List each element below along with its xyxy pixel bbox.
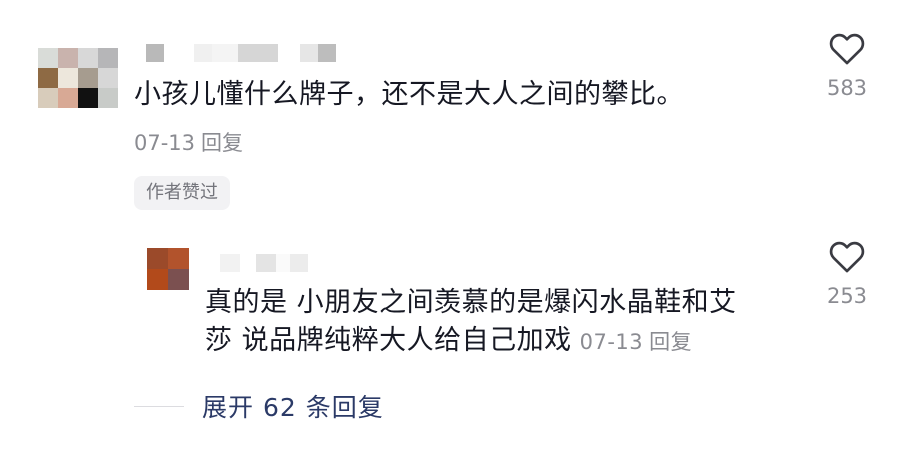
reply-text: 真的是 小朋友之间羡慕的是爆闪水晶鞋和艾 莎 说品牌纯粹大人给自己加戏 07-13… (205, 284, 785, 361)
author-liked-badge: 作者赞过 (134, 176, 230, 210)
comment-text: 小孩儿懂什么牌子，还不是大人之间的攀比。 (134, 79, 684, 110)
heart-outline-icon[interactable] (828, 30, 866, 66)
comment-date: 07-13 (134, 131, 196, 155)
reply-text-line-2-row: 莎 说品牌纯粹大人给自己加戏 07-13 回复 (205, 322, 785, 361)
avatar-pixel (38, 88, 58, 108)
avatar-pixel (98, 68, 118, 88)
reply-avatar[interactable] (147, 248, 189, 290)
reply-username[interactable] (220, 254, 308, 272)
comment-reply-button[interactable]: 回复 (201, 131, 243, 155)
reply-like-count: 253 (826, 284, 868, 308)
reply-reply-button[interactable]: 回复 (649, 330, 692, 354)
avatar-pixel (58, 48, 78, 68)
avatar-pixel (38, 48, 58, 68)
avatar-pixel (78, 48, 98, 68)
avatar-pixel (58, 88, 78, 108)
heart-outline-icon[interactable] (828, 238, 866, 274)
reply-like[interactable]: 253 (810, 238, 884, 308)
avatar-pixel (78, 68, 98, 88)
avatar-pixel (168, 248, 189, 269)
avatar-pixel (168, 269, 189, 290)
avatar-pixel (98, 48, 118, 68)
divider-line (134, 405, 184, 407)
comment-meta: 07-13 回复 (134, 127, 243, 157)
avatar-pixel (58, 68, 78, 88)
comment-like-count: 583 (826, 76, 868, 100)
comment-like[interactable]: 583 (810, 30, 884, 100)
avatar-pixel (38, 68, 58, 88)
avatar-pixel (78, 88, 98, 108)
reply-meta: 07-13 回复 (580, 330, 693, 354)
avatar-pixel (98, 88, 118, 108)
expand-replies-button[interactable]: 展开 62 条回复 (134, 388, 384, 424)
commenter-avatar[interactable] (38, 48, 118, 108)
avatar-pixel (147, 269, 168, 290)
commenter-username[interactable] (146, 44, 336, 62)
expand-replies-label[interactable]: 展开 62 条回复 (202, 388, 384, 424)
reply-text-line-2: 莎 说品牌纯粹大人给自己加戏 (205, 325, 572, 356)
reply-text-line-1: 真的是 小朋友之间羡慕的是爆闪水晶鞋和艾 (205, 287, 737, 318)
avatar-pixel (147, 248, 168, 269)
reply-date: 07-13 (579, 330, 644, 354)
